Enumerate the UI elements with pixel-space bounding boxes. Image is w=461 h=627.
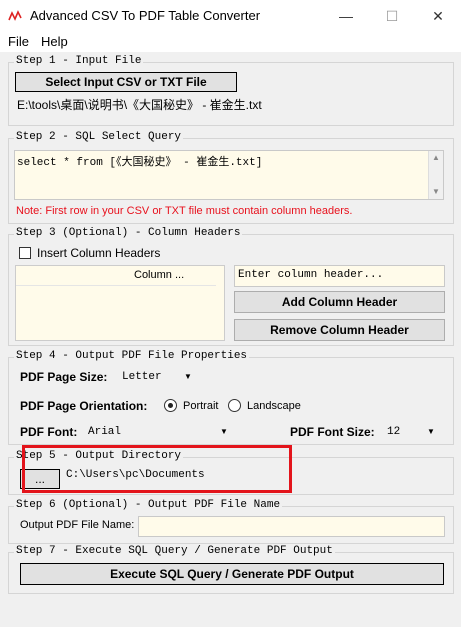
- step4-legend: Step 4 - Output PDF File Properties: [14, 350, 250, 363]
- orientation-label: PDF Page Orientation:: [20, 399, 148, 413]
- portrait-label: Portrait: [183, 400, 219, 412]
- chevron-down-icon: ▼: [184, 372, 192, 381]
- add-column-header-button[interactable]: Add Column Header: [234, 291, 445, 313]
- output-filename-label: Output PDF File Name:: [20, 519, 135, 531]
- font-size-value: 12: [387, 426, 401, 438]
- column-header-input[interactable]: Enter column header...: [234, 265, 445, 287]
- menu-help[interactable]: Help: [41, 34, 68, 49]
- column-header-list[interactable]: Column ...: [15, 265, 225, 341]
- font-size-label: PDF Font Size:: [290, 425, 375, 439]
- close-button[interactable]: ✕: [415, 0, 461, 32]
- step1-legend: Step 1 - Input File: [14, 55, 144, 68]
- sql-query-textarea[interactable]: select * from [《大国秘史》 - 崔金生.txt] ▲ ▼: [14, 150, 444, 200]
- radio-selected-dot: [168, 403, 173, 408]
- input-file-path: E:\tools\桌面\说明书\《大国秘史》 - 崔金生.txt: [17, 98, 262, 112]
- chevron-down-icon: ▼: [220, 427, 228, 436]
- step6-legend: Step 6 (Optional) - Output PDF File Name: [14, 499, 283, 512]
- font-value: Arial: [88, 426, 122, 438]
- font-label: PDF Font:: [20, 425, 78, 439]
- list-column-header[interactable]: Column ...: [134, 269, 184, 281]
- remove-column-header-button[interactable]: Remove Column Header: [234, 319, 445, 341]
- insert-headers-checkbox[interactable]: [19, 247, 31, 259]
- insert-headers-label: Insert Column Headers: [37, 246, 161, 260]
- sql-query-text: select * from [《大国秘史》 - 崔金生.txt]: [17, 157, 263, 169]
- title-bar: Advanced CSV To PDF Table Converter — ☐ …: [0, 0, 461, 32]
- page-size-select[interactable]: Letter ▼: [118, 368, 198, 386]
- menu-file[interactable]: File: [8, 34, 29, 49]
- page-size-value: Letter: [122, 371, 162, 383]
- portrait-radio[interactable]: [164, 399, 177, 412]
- font-size-select[interactable]: 12 ▼: [383, 423, 439, 441]
- window-title: Advanced CSV To PDF Table Converter: [30, 8, 261, 23]
- output-filename-input[interactable]: [138, 516, 445, 537]
- execute-generate-pdf-button[interactable]: Execute SQL Query / Generate PDF Output: [20, 563, 444, 585]
- landscape-radio[interactable]: [228, 399, 241, 412]
- font-select[interactable]: Arial ▼: [84, 423, 234, 441]
- list-header-row: Column ...: [16, 266, 216, 286]
- maximize-button[interactable]: ☐: [369, 0, 415, 32]
- highlight-box: [22, 445, 292, 493]
- sql-scrollbar[interactable]: ▲ ▼: [428, 151, 443, 199]
- app-logo-icon: [8, 10, 22, 21]
- scroll-down-icon[interactable]: ▼: [432, 187, 440, 196]
- step2-legend: Step 2 - SQL Select Query: [14, 131, 184, 144]
- scroll-up-icon[interactable]: ▲: [432, 153, 440, 162]
- landscape-label: Landscape: [247, 400, 301, 412]
- chevron-down-icon: ▼: [427, 427, 435, 436]
- step3-legend: Step 3 (Optional) - Column Headers: [14, 227, 243, 240]
- menu-bar: File Help: [0, 32, 461, 52]
- select-input-file-button[interactable]: Select Input CSV or TXT File: [15, 72, 237, 92]
- page-size-label: PDF Page Size:: [20, 370, 108, 384]
- step7-legend: Step 7 - Execute SQL Query / Generate PD…: [14, 545, 335, 558]
- minimize-button[interactable]: —: [323, 0, 369, 32]
- column-header-placeholder: Enter column header...: [238, 269, 384, 281]
- column-header-note: Note: First row in your CSV or TXT file …: [16, 205, 353, 217]
